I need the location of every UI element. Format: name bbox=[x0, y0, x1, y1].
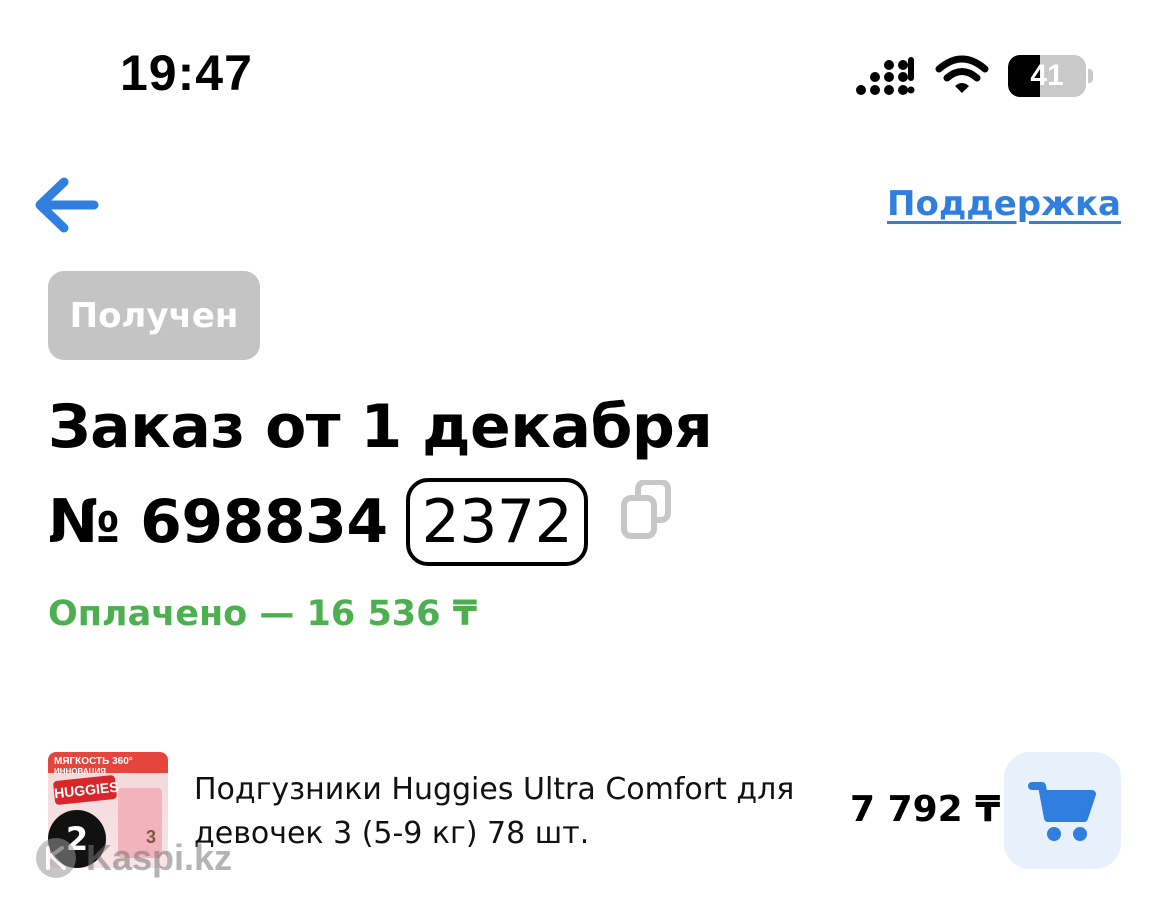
signal-icon bbox=[856, 57, 915, 95]
copy-icon[interactable] bbox=[620, 480, 674, 540]
page-title: Заказ от 1 декабря bbox=[48, 392, 713, 462]
product-image-band: МЯГКОСТЬ 360° ИННОВАЦИЯ bbox=[54, 756, 162, 776]
watermark-text: Kaspi.kz bbox=[86, 837, 233, 878]
cart-icon bbox=[1027, 781, 1096, 841]
back-arrow-icon[interactable] bbox=[32, 174, 102, 236]
wifi-icon bbox=[935, 55, 989, 93]
product-name[interactable]: Подгузники Huggies Ultra Comfort для дев… bbox=[194, 768, 814, 856]
battery-icon: 41 bbox=[1008, 55, 1086, 97]
battery-percent: 41 bbox=[1030, 59, 1064, 92]
support-link[interactable]: Поддержка bbox=[887, 184, 1121, 224]
product-image-band-top: МЯГКОСТЬ 360° bbox=[54, 756, 133, 767]
status-time: 19:47 bbox=[120, 45, 253, 101]
status-badge: Получен bbox=[48, 271, 260, 360]
payment-status: Оплачено — 16 536 ₸ bbox=[48, 594, 478, 634]
add-to-cart-button[interactable] bbox=[1004, 752, 1121, 869]
product-price: 7 792 ₸ bbox=[850, 789, 1001, 830]
order-details-screen: 19:47 41 Поддержка Получен Заказ от 1 де… bbox=[0, 0, 1170, 924]
kaspi-logo-icon bbox=[36, 838, 76, 878]
order-number-prefix: № 698834 bbox=[48, 487, 388, 557]
watermark: Kaspi.kz bbox=[34, 836, 232, 880]
battery-cap bbox=[1088, 69, 1093, 83]
product-image-brand: HUGGIES bbox=[52, 774, 119, 806]
order-number: № 698834 2372 bbox=[48, 478, 589, 566]
order-number-suffix: 2372 bbox=[405, 478, 589, 566]
